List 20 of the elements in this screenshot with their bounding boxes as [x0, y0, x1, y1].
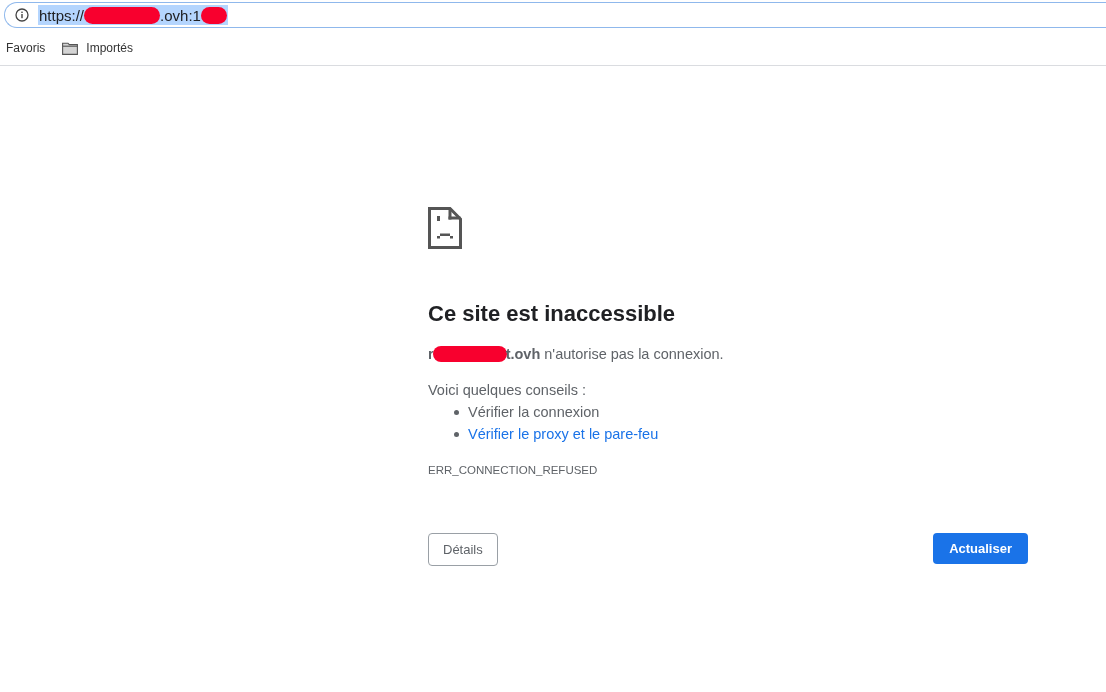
host-name: t.ovh: [505, 346, 541, 362]
sad-page-icon: [428, 207, 462, 249]
error-message: n'autorise pas la connexion.: [544, 346, 724, 362]
folder-icon[interactable]: [62, 41, 79, 55]
bullet-icon: [454, 431, 459, 437]
bookmark-item[interactable]: Favoris: [6, 41, 46, 55]
error-code: ERR_CONNECTION_REFUSED: [428, 464, 598, 476]
details-button[interactable]: Détails: [428, 533, 498, 566]
tip-text: Vérifier la connexion: [468, 404, 600, 420]
reload-button[interactable]: Actualiser: [933, 533, 1028, 564]
bookmark-item[interactable]: Importés: [86, 41, 134, 55]
tip-link[interactable]: Vérifier le proxy et le pare-feu: [468, 426, 659, 442]
info-icon[interactable]: [15, 8, 29, 22]
redaction-mark: [200, 6, 227, 24]
error-title: Ce site est inaccessible: [428, 301, 676, 327]
bullet-icon: [454, 409, 459, 415]
url-text: .ovh:1: [160, 6, 201, 24]
tips-heading: Voici quelques conseils :: [428, 382, 586, 398]
url-text: https://: [39, 6, 85, 24]
host-name: r: [428, 346, 434, 362]
